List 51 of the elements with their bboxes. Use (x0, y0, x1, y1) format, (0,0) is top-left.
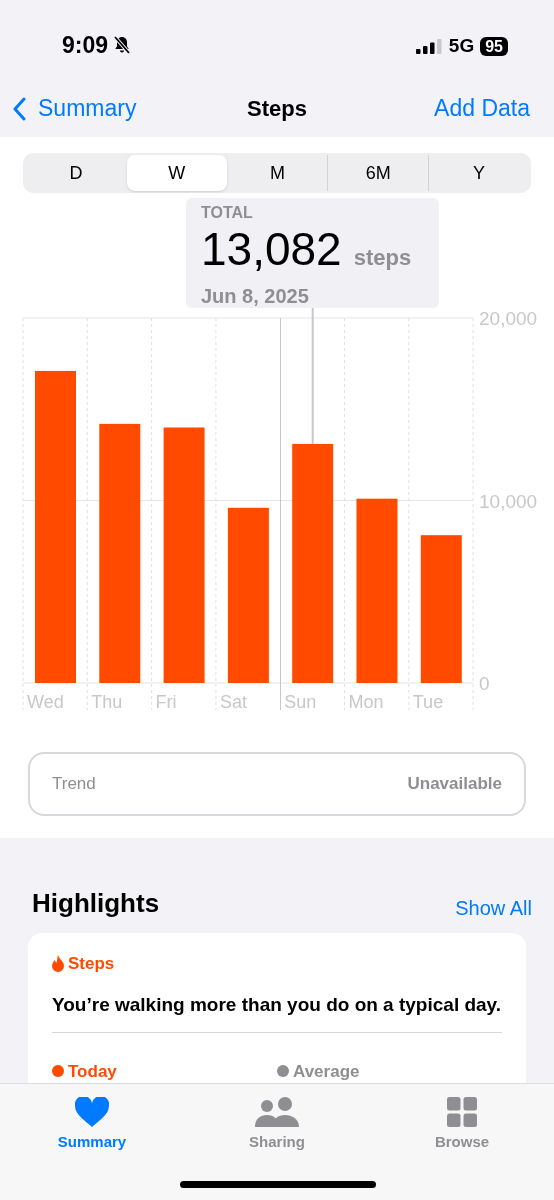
add-data-link[interactable]: Add Data (434, 91, 542, 126)
bar[interactable] (420, 535, 462, 683)
grid-icon (447, 1097, 477, 1127)
y-axis-label: 10,000 (479, 490, 538, 512)
tooltip-unit: steps (353, 244, 412, 272)
muted-bell-icon (112, 35, 133, 56)
tooltip-date: Jun 8, 2025 (201, 284, 310, 308)
network-label: 5G (448, 34, 475, 58)
flame-icon (52, 955, 65, 973)
show-all-link[interactable]: Show All (455, 893, 532, 923)
bar[interactable] (292, 443, 334, 683)
trend-value: Unavailable (407, 773, 502, 796)
bar[interactable] (99, 423, 141, 683)
range-tab[interactable]: M (227, 155, 328, 191)
status-time: 9:09 (62, 31, 109, 60)
section-title: Highlights (32, 887, 160, 920)
bar[interactable] (163, 427, 205, 683)
range-tab[interactable]: Y (429, 155, 529, 191)
battery-badge: 95 (480, 36, 508, 56)
x-axis-label: Sat (219, 692, 247, 712)
y-axis-label: 20,000 (479, 308, 538, 329)
highlight-card[interactable]: Steps You’re walking more than you do on a typical day. Today Average (28, 933, 526, 1083)
highlight-category: Steps (68, 953, 115, 975)
range-tab[interactable]: 6M (328, 155, 429, 191)
range-tab[interactable]: W (126, 155, 227, 191)
x-axis-label: Fri (155, 692, 177, 712)
highlight-text: You’re walking more than you do on a typical day. (52, 992, 502, 1017)
trend-card[interactable]: Trend Unavailable (28, 752, 526, 816)
tab-bar-item[interactable]: Summary (46, 1095, 138, 1154)
x-axis-label: Tue (412, 692, 444, 712)
x-axis-label: Wed (27, 692, 64, 712)
y-axis-label: 0 (479, 673, 490, 694)
legend-label: Average (293, 1060, 360, 1083)
back-chevron-icon (12, 96, 26, 121)
range-tab[interactable]: D (26, 155, 126, 191)
trend-label: Trend (52, 773, 96, 796)
tooltip-caption: TOTAL (201, 203, 254, 223)
signal-icon (415, 38, 443, 54)
x-axis-label: Sun (284, 692, 317, 712)
back-link[interactable]: Summary (12, 91, 137, 126)
tab-bar-item[interactable]: Sharing (231, 1095, 323, 1154)
x-axis-label: Thu (91, 692, 123, 712)
tooltip-value: 13,082 (201, 223, 342, 275)
tab-bar-item[interactable]: Browse (416, 1095, 508, 1154)
people-icon (254, 1097, 300, 1127)
x-axis-label: Mon (348, 692, 384, 712)
page-title: Steps (247, 95, 307, 123)
heart-icon (75, 1097, 109, 1127)
bar[interactable] (356, 498, 398, 683)
legend-label: Today (68, 1060, 117, 1083)
bar[interactable] (227, 507, 269, 683)
